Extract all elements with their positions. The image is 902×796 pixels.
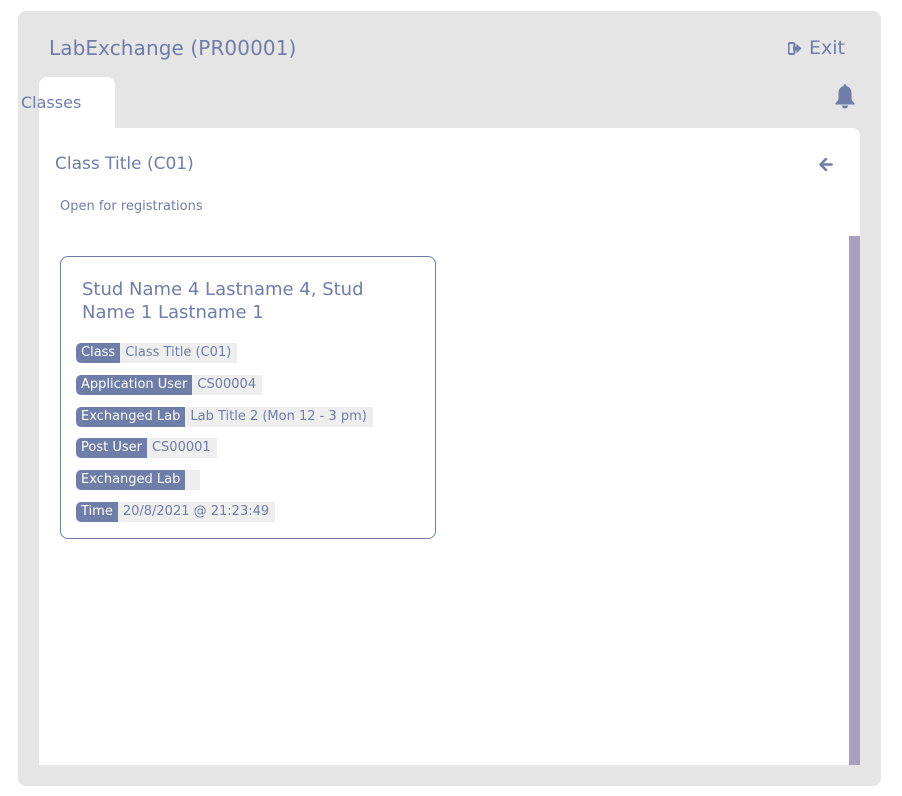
field-label: Exchanged Lab <box>76 470 186 490</box>
field-row-post-user: Post User CS00001 <box>76 438 217 458</box>
field-row-class: Class Class Title (C01) <box>76 343 238 363</box>
app-title: LabExchange (PR00001) <box>49 36 297 60</box>
field-value: CS00001 <box>146 438 217 458</box>
field-value: 20/8/2021 @ 21:23:49 <box>117 502 276 522</box>
field-value: CS00004 <box>192 375 263 395</box>
sign-out-icon <box>788 41 802 55</box>
field-value: Lab Title 2 (Mon 12 - 3 pm) <box>185 407 373 427</box>
exit-button[interactable]: Exit <box>788 37 845 59</box>
field-label: Class <box>76 343 121 363</box>
field-value <box>185 470 201 490</box>
field-row-exchanged-lab-2: Exchanged Lab <box>76 470 201 490</box>
field-label: Application User <box>76 375 193 395</box>
exchange-card[interactable]: Stud Name 4 Lastname 4, Stud Name 1 Last… <box>60 256 436 539</box>
field-row-application-user: Application User CS00004 <box>76 375 263 395</box>
class-panel: Class Title (C01) Open for registrations… <box>39 128 860 765</box>
tab-classes-label: Classes <box>21 93 82 112</box>
class-title: Class Title (C01) <box>55 154 194 174</box>
exit-label: Exit <box>809 37 845 59</box>
card-student-names: Stud Name 4 Lastname 4, Stud Name 1 Last… <box>82 279 364 323</box>
field-label: Post User <box>76 438 147 458</box>
registration-status: Open for registrations <box>60 199 203 214</box>
scrollbar[interactable] <box>849 236 860 765</box>
field-row-exchanged-lab: Exchanged Lab Lab Title 2 (Mon 12 - 3 pm… <box>76 407 373 427</box>
arrow-left-icon[interactable] <box>819 156 833 175</box>
app-frame: LabExchange (PR00001) Exit Classes Class… <box>18 11 881 786</box>
field-row-time: Time 20/8/2021 @ 21:23:49 <box>76 502 276 522</box>
bell-icon[interactable] <box>834 84 856 114</box>
field-value: Class Title (C01) <box>120 343 238 363</box>
field-label: Time <box>76 502 118 522</box>
field-label: Exchanged Lab <box>76 407 186 427</box>
